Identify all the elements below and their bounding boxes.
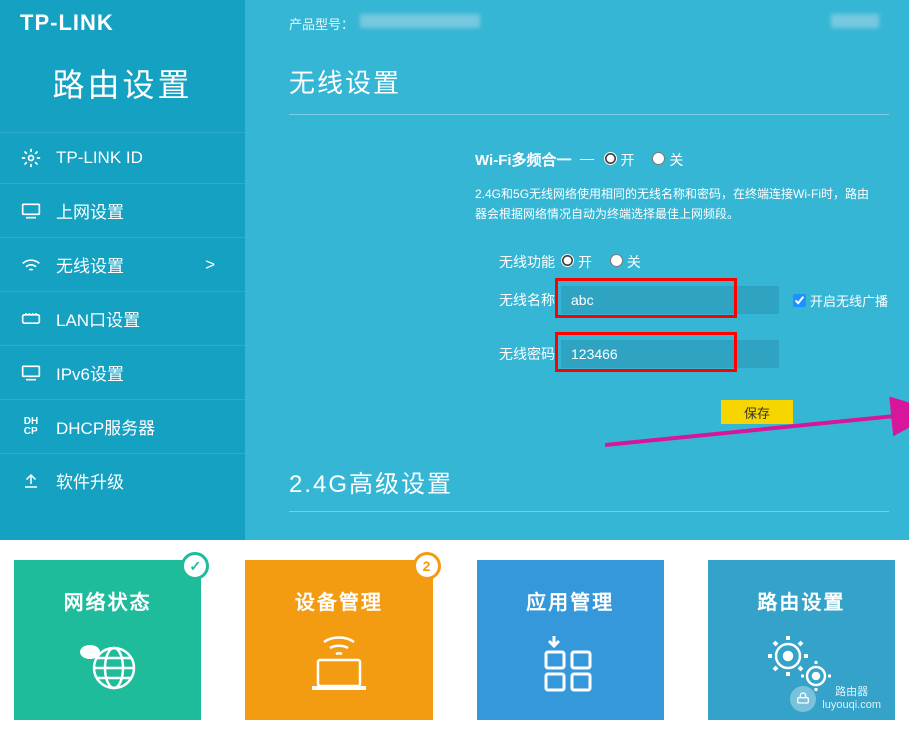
tile-title: 网络状态: [64, 586, 152, 615]
globe-icon: [73, 627, 143, 697]
tile-app-management[interactable]: 应用管理: [477, 560, 664, 720]
upload-icon: [20, 470, 42, 492]
watermark: 路由器luyouqi.com: [790, 686, 881, 712]
sidebar: TP-LINK 路由设置 TP-LINK ID 上网设置 无线设置 > LAN口…: [0, 0, 245, 540]
tile-title: 应用管理: [526, 586, 614, 615]
row-password: 无线密码: [475, 340, 909, 368]
monitor-icon: [20, 200, 42, 222]
tile-device-management[interactable]: 2 设备管理: [245, 560, 432, 720]
section-title-24g: 2.4G高级设置: [289, 464, 889, 512]
multiband-label: Wi-Fi多频合一: [475, 149, 572, 170]
chevron-right-icon: >: [205, 255, 215, 275]
nav-label: 无线设置: [56, 252, 124, 277]
nav-dhcp[interactable]: DHCP DHCP服务器: [0, 399, 245, 453]
row-ssid: 无线名称 开启无线广播: [475, 286, 909, 314]
header-right-redacted: [831, 14, 879, 28]
nav-tplink-id[interactable]: TP-LINK ID: [0, 132, 245, 183]
page-title: 路由设置: [0, 42, 245, 132]
multiband-off[interactable]: 关: [652, 152, 683, 168]
nav-upgrade[interactable]: 软件升级: [0, 453, 245, 507]
nav-label: IPv6设置: [56, 360, 124, 385]
section-title-wireless: 无线设置: [289, 63, 889, 115]
row-wireless-func: 无线功能 开 关: [475, 252, 909, 272]
bottom-tiles: ✓ 网络状态 2 设备管理 应用管理 路由设置 路由器luyouqi.com: [0, 540, 909, 720]
content-header: 产品型号：: [289, 0, 909, 33]
ssid-input[interactable]: [561, 286, 779, 314]
tile-title: 设备管理: [295, 586, 383, 615]
func-off[interactable]: 关: [610, 254, 641, 270]
save-button[interactable]: 保存: [721, 400, 793, 424]
model-value-redacted: [360, 14, 480, 28]
func-on[interactable]: 开: [561, 254, 592, 270]
broadcast-checkbox[interactable]: 开启无线广播: [793, 291, 888, 310]
tile-network-status[interactable]: ✓ 网络状态: [14, 560, 201, 720]
brand-logo: TP-LINK: [0, 0, 245, 42]
laptop-wifi-icon: [304, 627, 374, 697]
content-panel: 产品型号： 无线设置 Wi-Fi多频合一 开 关 2.4G和5G无线网络使用相同…: [245, 0, 909, 540]
nav-label: LAN口设置: [56, 306, 140, 331]
nav-label: 软件升级: [56, 468, 124, 493]
dhcp-icon: DHCP: [20, 416, 42, 438]
tile-router-settings[interactable]: 路由设置 路由器luyouqi.com: [708, 560, 895, 720]
nav-lan[interactable]: LAN口设置: [0, 291, 245, 345]
monitor-icon: [20, 362, 42, 384]
badge-check-icon: ✓: [181, 552, 209, 580]
tile-title: 路由设置: [757, 586, 845, 615]
ethernet-icon: [20, 308, 42, 330]
watermark-icon: [790, 686, 816, 712]
wifi-icon: [20, 254, 42, 276]
pwd-label: 无线密码: [475, 344, 555, 364]
badge-count: 2: [413, 552, 441, 580]
nav-label: TP-LINK ID: [56, 148, 143, 168]
func-label: 无线功能: [475, 252, 555, 272]
row-save: 保存: [475, 400, 909, 424]
apps-icon: [535, 627, 605, 697]
func-radio-group: 开 关: [561, 252, 655, 272]
nav-wan[interactable]: 上网设置: [0, 183, 245, 237]
wireless-form: Wi-Fi多频合一 开 关 2.4G和5G无线网络使用相同的无线名称和密码，在终…: [289, 149, 909, 424]
gear-icon: [20, 147, 42, 169]
multiband-hint: 2.4G和5G无线网络使用相同的无线名称和密码，在终端连接Wi-Fi时，路由器会…: [475, 184, 875, 224]
multiband-radio-group: 开 关: [604, 150, 698, 170]
row-multiband: Wi-Fi多频合一 开 关: [475, 149, 909, 170]
multiband-on[interactable]: 开: [604, 152, 635, 168]
nav-label: DHCP服务器: [56, 414, 155, 439]
nav-wireless[interactable]: 无线设置 >: [0, 237, 245, 291]
password-input[interactable]: [561, 340, 779, 368]
nav-ipv6[interactable]: IPv6设置: [0, 345, 245, 399]
nav-label: 上网设置: [56, 198, 124, 223]
model-label: 产品型号：: [289, 14, 354, 33]
ssid-label: 无线名称: [475, 290, 555, 310]
